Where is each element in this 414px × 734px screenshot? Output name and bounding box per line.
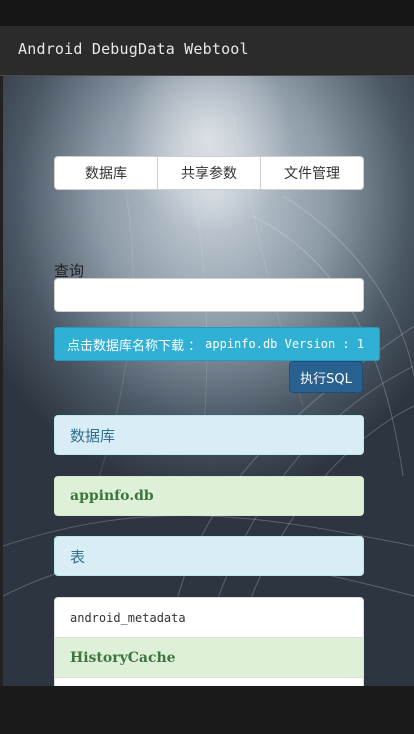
- tab-file-manager[interactable]: 文件管理: [261, 157, 363, 189]
- app-title: Android DebugData Webtool: [18, 40, 249, 58]
- bottom-bar: [0, 686, 414, 734]
- table-item-android-metadata[interactable]: android_metadata: [55, 598, 363, 638]
- table-item-historycache[interactable]: HistoryCache: [55, 638, 363, 678]
- status-bar: [0, 0, 414, 26]
- database-item-appinfo[interactable]: appinfo.db: [54, 476, 364, 516]
- tab-shared-preferences[interactable]: 共享参数: [158, 157, 261, 189]
- database-section-header: 数据库: [54, 415, 364, 455]
- execute-sql-button[interactable]: 执行SQL: [289, 361, 363, 393]
- query-input[interactable]: [54, 278, 364, 312]
- tables-section-header: 表: [54, 536, 364, 576]
- nav-tabs: 数据库 共享参数 文件管理: [54, 156, 364, 190]
- database-version: appinfo.db Version : 1: [205, 337, 365, 351]
- download-text: 点击数据库名称下载 ：: [67, 338, 202, 354]
- app-bar: Android DebugData Webtool: [0, 26, 414, 76]
- tab-database[interactable]: 数据库: [55, 157, 158, 189]
- download-banner: 点击数据库名称下载 ： appinfo.db Version : 1: [54, 327, 380, 361]
- tables-list: android_metadata HistoryCache: [54, 597, 364, 697]
